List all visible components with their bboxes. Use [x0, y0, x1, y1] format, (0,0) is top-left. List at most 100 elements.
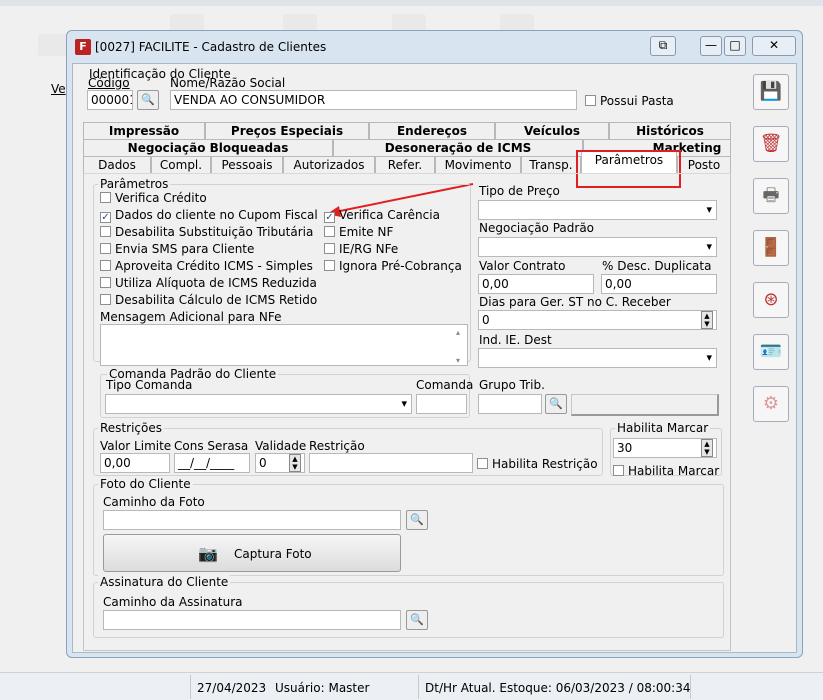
ignora-pre-cobranca-checkbox[interactable]: Ignora Pré-Cobrança: [324, 259, 462, 273]
comanda-input[interactable]: [416, 394, 467, 414]
valor-contrato-input[interactable]: 0,00: [478, 274, 594, 294]
mensagem-label: Mensagem Adicional para NFe: [100, 310, 282, 324]
tab-veiculos[interactable]: Veículos: [495, 122, 609, 139]
aliquota-reduzida-checkbox[interactable]: Utiliza Alíquota de ICMS Reduzida: [100, 276, 317, 290]
status-separator: [190, 675, 191, 699]
id-card-icon[interactable]: 🪪: [753, 334, 789, 370]
desabilita-retido-checkbox[interactable]: Desabilita Cálculo de ICMS Retido: [100, 293, 317, 307]
search-icon[interactable]: 🔍: [545, 394, 567, 414]
grupo-trib-input[interactable]: [478, 394, 542, 414]
restore-icon[interactable]: ⧉: [650, 36, 676, 56]
codigo-label: Código: [88, 76, 130, 90]
negociacao-select[interactable]: [478, 237, 717, 257]
tab-pessoais[interactable]: Pessoais: [211, 156, 283, 173]
maximize-button[interactable]: □: [724, 36, 746, 56]
close-button[interactable]: ✕: [752, 36, 796, 56]
aproveita-credito-checkbox[interactable]: Aproveita Crédito ICMS - Simples: [100, 259, 313, 273]
lifebuoy-help-icon[interactable]: ⊛: [753, 282, 789, 318]
valor-limite-label: Valor Limite: [100, 439, 172, 453]
minimize-button[interactable]: —: [700, 36, 722, 56]
cons-serasa-label: Cons Serasa: [174, 439, 249, 453]
validade-label: Validade: [255, 439, 307, 453]
window-title: [0027] FACILITE - Cadastro de Clientes: [95, 40, 327, 54]
checkbox-label: Desabilita Cálculo de ICMS Retido: [115, 293, 318, 307]
settings-gear-icon[interactable]: ⚙: [753, 386, 789, 422]
tipo-comanda-label: Tipo Comanda: [106, 378, 193, 392]
checkbox-label: IE/RG NFe: [339, 242, 399, 256]
caminho-foto-label: Caminho da Foto: [103, 495, 205, 509]
emite-nf-checkbox[interactable]: Emite NF: [324, 225, 393, 239]
codigo-input[interactable]: 000001: [87, 90, 133, 110]
assinatura-group-title: Assinatura do Cliente: [98, 575, 231, 589]
tab-precos-especiais[interactable]: Preços Especiais: [205, 122, 369, 139]
dias-st-spinner[interactable]: ▲ ▼: [701, 311, 713, 329]
cons-serasa-input[interactable]: __/__/____: [174, 453, 250, 473]
habilita-marcar-checkbox[interactable]: Habilita Marcar: [613, 464, 719, 478]
dados-cupom-checkbox[interactable]: ✓ Dados do cliente no Cupom Fiscal: [100, 208, 318, 223]
exit-door-icon[interactable]: 🚪: [753, 230, 789, 266]
save-icon[interactable]: 💾: [753, 74, 789, 110]
tab-desoneracao-icms[interactable]: Desoneração de ICMS: [333, 139, 583, 156]
restricao-input[interactable]: [309, 453, 473, 473]
dias-st-input[interactable]: 0: [478, 310, 717, 330]
desabilita-st-checkbox[interactable]: Desabilita Substituição Tributária: [100, 225, 313, 239]
trash-icon[interactable]: 🗑: [753, 126, 789, 162]
ie-rg-nfe-checkbox[interactable]: IE/RG NFe: [324, 242, 398, 256]
caminho-assinatura-input[interactable]: [103, 610, 401, 630]
app-icon: F: [75, 39, 91, 55]
habilita-restricao-checkbox[interactable]: Habilita Restrição: [477, 457, 598, 471]
tipo-preco-select[interactable]: [478, 200, 717, 220]
verifica-carencia-checkbox[interactable]: ✓ Verifica Carência: [324, 208, 440, 223]
print-icon[interactable]: 🖶: [753, 178, 789, 214]
validade-spinner[interactable]: ▲ ▼: [289, 454, 301, 472]
nome-input[interactable]: VENDA AO CONSUMIDOR: [170, 90, 577, 110]
tab-enderecos[interactable]: Endereços: [369, 122, 495, 139]
desc-duplicata-label: % Desc. Duplicata: [602, 259, 712, 273]
desc-duplicata-input[interactable]: 0,00: [601, 274, 717, 294]
tab-impressao[interactable]: Impressão: [83, 122, 205, 139]
restricao-label: Restrição: [309, 439, 365, 453]
checkbox-label: Dados do cliente no Cupom Fiscal: [115, 208, 318, 222]
checkbox-label: Ignora Pré-Cobrança: [339, 259, 462, 273]
tab-compl[interactable]: Compl.: [151, 156, 211, 173]
checkbox-label: Habilita Restrição: [492, 457, 598, 471]
tab-historicos[interactable]: Históricos: [609, 122, 731, 139]
tab-dados[interactable]: Dados: [83, 156, 151, 173]
habilita-marcar-spinner[interactable]: ▲ ▼: [701, 439, 713, 457]
verifica-credito-checkbox[interactable]: Verifica Crédito: [100, 191, 207, 205]
dias-st-label: Dias para Ger. ST no C. Receber: [479, 295, 671, 309]
possui-pasta-checkbox[interactable]: Possui Pasta: [585, 94, 674, 108]
captura-foto-button[interactable]: 📷 Captura Foto: [103, 534, 401, 572]
tipo-preco-label: Tipo de Preço: [479, 184, 560, 198]
tab-autorizados[interactable]: Autorizados: [283, 156, 375, 173]
folder-search-icon[interactable]: 🔍: [406, 610, 428, 630]
negociacao-label: Negociação Padrão: [479, 221, 595, 235]
caminho-foto-input[interactable]: [103, 510, 401, 530]
valor-limite-input[interactable]: 0,00: [100, 453, 170, 473]
textarea-scrollbar[interactable]: ▴ ▾: [456, 326, 460, 368]
status-user: Usuário: Master: [275, 681, 370, 695]
parametros-group-title: Parâmetros: [98, 177, 171, 191]
tab-refer[interactable]: Refer.: [375, 156, 435, 173]
checkbox-label: Utiliza Alíquota de ICMS Reduzida: [115, 276, 317, 290]
checkbox-label: Aproveita Crédito ICMS - Simples: [115, 259, 313, 273]
checkbox-label: Desabilita Substituição Tributária: [115, 225, 314, 239]
possui-pasta-label: Possui Pasta: [600, 94, 674, 108]
status-separator: [418, 675, 419, 699]
tab-transp[interactable]: Transp.: [521, 156, 581, 173]
background-menu-strip: [0, 0, 823, 6]
tab-negociacao-bloqueadas[interactable]: Negociação Bloqueadas: [83, 139, 333, 156]
captura-foto-label: Captura Foto: [234, 547, 312, 561]
mensagem-textarea[interactable]: [100, 324, 468, 366]
search-icon[interactable]: 🔍: [137, 90, 159, 110]
foto-group-title: Foto do Cliente: [98, 477, 193, 491]
envia-sms-checkbox[interactable]: Envia SMS para Cliente: [100, 242, 254, 256]
client-register-window: F [0027] FACILITE - Cadastro de Clientes…: [66, 30, 803, 658]
tipo-comanda-select[interactable]: [105, 394, 412, 414]
grupo-trib-label: Grupo Trib.: [479, 378, 545, 392]
tab-posto[interactable]: Posto: [677, 156, 731, 173]
folder-search-icon[interactable]: 🔍: [406, 510, 428, 530]
comanda-label: Comanda: [416, 378, 474, 392]
ind-ie-select[interactable]: [478, 348, 717, 368]
tab-movimento[interactable]: Movimento: [435, 156, 521, 173]
